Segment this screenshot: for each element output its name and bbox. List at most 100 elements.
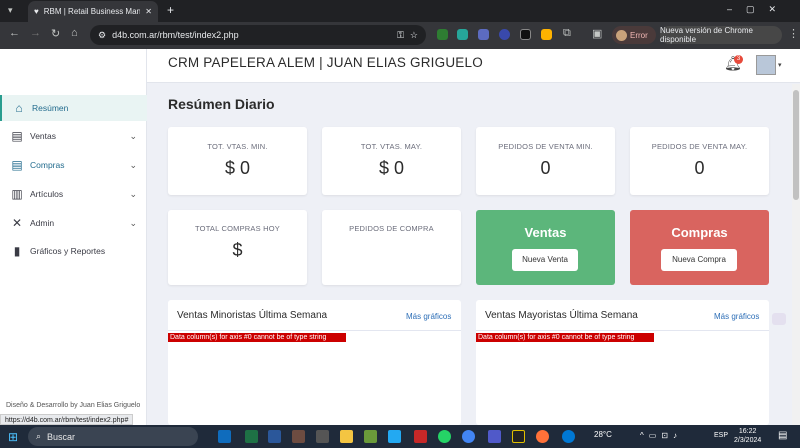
sidebar-item-label: Compras [30, 160, 65, 170]
more-charts-link[interactable]: Más gráficos [406, 312, 451, 321]
extension-icon[interactable] [499, 29, 510, 40]
app-title: CRM PAPELERA ALEM | JUAN ELIAS GRIGUELO [168, 55, 483, 70]
floating-widget-icon[interactable] [772, 313, 786, 325]
vscode-icon[interactable] [388, 430, 401, 443]
sidebar-item-admin[interactable]: ✕ Admin ⌄ [0, 210, 147, 236]
extension-icon[interactable] [520, 29, 531, 40]
windows-start-icon[interactable]: ⊞ [8, 430, 18, 444]
tray-icons[interactable]: ^▭⊡♪ [640, 431, 682, 440]
stat-label: PEDIDOS DE VENTA MAY. [651, 142, 748, 151]
tools-icon: ✕ [11, 216, 23, 230]
teams-icon[interactable] [488, 430, 501, 443]
stat-label: PEDIDOS DE VENTA MIN. [498, 142, 593, 151]
favicon-heart-icon: ♥ [34, 7, 39, 16]
chevron-down-icon: ⌄ [129, 217, 137, 228]
app-word-icon[interactable] [268, 430, 281, 443]
back-icon[interactable]: ← [9, 27, 20, 39]
avatar[interactable] [756, 55, 776, 75]
weather-widget[interactable]: 28°C [594, 430, 612, 439]
panel-title: Ventas Minoristas Última Semana [177, 310, 328, 321]
stat-label: TOTAL COMPRAS HOY [195, 224, 280, 233]
chrome-update-button[interactable]: Nueva versión de Chrome disponible [660, 26, 782, 44]
file-explorer-icon[interactable] [340, 430, 353, 443]
edge-icon[interactable] [562, 430, 575, 443]
stat-card: TOTAL COMPRAS HOY $ [168, 210, 307, 285]
stat-value: $ 0 [224, 158, 251, 178]
new-purchase-button[interactable]: Nueva Compra [661, 249, 737, 271]
ventas-card: Ventas Nueva Venta [476, 210, 615, 285]
sidebar-item-resumen[interactable]: ⌂ Resúmen [0, 95, 147, 121]
sidebar-footer: Diseño & Desarrollo by Juan Elias Grigue… [6, 402, 141, 409]
update-label: Nueva versión de Chrome disponible [660, 26, 753, 44]
language-indicator[interactable]: ESP [714, 432, 728, 439]
app-excel-icon[interactable] [245, 430, 258, 443]
site-info-icon[interactable]: ⚙ [98, 30, 106, 41]
more-charts-link[interactable]: Más gráficos [714, 312, 759, 321]
tab-close-icon[interactable]: ✕ [145, 7, 152, 16]
stat-card: TOT. VTAS. MIN. $ 0 [168, 127, 307, 195]
caret-down-icon[interactable]: ▾ [778, 61, 782, 69]
reload-icon[interactable]: ↻ [51, 27, 60, 40]
compras-card: Compras Nueva Compra [630, 210, 769, 285]
window-controls[interactable]: –▢✕ [727, 4, 790, 15]
compras-title: Compras [671, 225, 728, 240]
side-panel-icon[interactable]: ▣ [592, 27, 602, 40]
system-clock[interactable]: 16:22 2/3/2024 [734, 427, 761, 445]
extension-icon[interactable] [437, 29, 448, 40]
sidebar-item-compras[interactable]: ▤ Compras ⌄ [0, 152, 147, 178]
app-icon[interactable] [364, 430, 377, 443]
chart-error: Data column(s) for axis #0 cannot be of … [168, 333, 346, 342]
chrome-icon[interactable] [462, 430, 475, 443]
password-key-icon[interactable]: ⚿ [397, 30, 404, 41]
stat-value: 0 [694, 158, 705, 178]
file-icon: ▤ [11, 158, 23, 172]
chart-error: Data column(s) for axis #0 cannot be of … [476, 333, 654, 342]
url-field[interactable]: ⚙ d4b.com.ar/rbm/test/index2.php ⚿ ☆ [90, 25, 426, 45]
notification-badge: 3 [734, 55, 743, 64]
divider [476, 330, 769, 331]
firefox-icon[interactable] [536, 430, 549, 443]
extension-icon[interactable] [541, 29, 552, 40]
app-outlook-icon[interactable] [218, 430, 231, 443]
search-placeholder: Buscar [47, 431, 76, 442]
home-icon[interactable]: ⌂ [71, 27, 78, 39]
chevron-down-icon: ⌄ [129, 130, 137, 141]
sidebar-item-label: Ventas [30, 131, 56, 141]
file-icon: ▤ [11, 129, 23, 143]
sidebar-item-ventas[interactable]: ▤ Ventas ⌄ [0, 123, 147, 149]
profile-error-button[interactable]: Error [612, 26, 656, 44]
clock-time: 16:22 [738, 428, 757, 435]
scrollbar-thumb[interactable] [793, 90, 799, 200]
stat-label: PEDIDOS DE COMPRA [349, 224, 434, 233]
taskbar-search[interactable]: ⌕ Buscar [28, 427, 198, 446]
notifications-icon[interactable]: ▤ [778, 430, 787, 441]
sidebar-item-graficos[interactable]: ▮ Gráficos y Reportes [0, 238, 147, 264]
app-icon[interactable] [316, 430, 329, 443]
menu-kebab-icon[interactable]: ⋮ [788, 27, 799, 40]
app-icon[interactable] [292, 430, 305, 443]
chevron-down-icon: ⌄ [129, 188, 137, 199]
forward-icon[interactable]: → [30, 27, 41, 39]
extension-icon[interactable] [457, 29, 468, 40]
bookmark-star-icon[interactable]: ☆ [410, 30, 418, 41]
filezilla-icon[interactable] [414, 430, 427, 443]
whatsapp-icon[interactable] [438, 430, 451, 443]
browser-tab[interactable]: ♥ RBM | Retail Business Managem ✕ [28, 1, 158, 22]
error-label: Error [630, 30, 648, 40]
weather-temp: 28°C [594, 430, 612, 439]
tab-search-icon[interactable]: ▾ [8, 5, 13, 16]
new-sale-button[interactable]: Nueva Venta [512, 249, 578, 271]
extensions-puzzle-icon[interactable]: ⧉ [563, 27, 571, 40]
app-fw-icon[interactable] [512, 430, 525, 443]
extension-icon[interactable] [478, 29, 489, 40]
stat-card: TOT. VTAS. MAY. $ 0 [322, 127, 461, 195]
home-icon: ⌂ [15, 101, 23, 115]
divider [168, 330, 461, 331]
new-tab-icon[interactable]: + [167, 3, 174, 17]
bar-chart-icon: ▮ [13, 244, 21, 258]
chart-panel-minoristas: Ventas Minoristas Última Semana Más gráf… [168, 300, 461, 425]
stat-value: $ 0 [378, 158, 405, 178]
sidebar-item-articulos[interactable]: ▥ Artículos ⌄ [0, 181, 147, 207]
stat-label: TOT. VTAS. MIN. [207, 142, 268, 151]
ventas-title: Ventas [524, 225, 567, 240]
